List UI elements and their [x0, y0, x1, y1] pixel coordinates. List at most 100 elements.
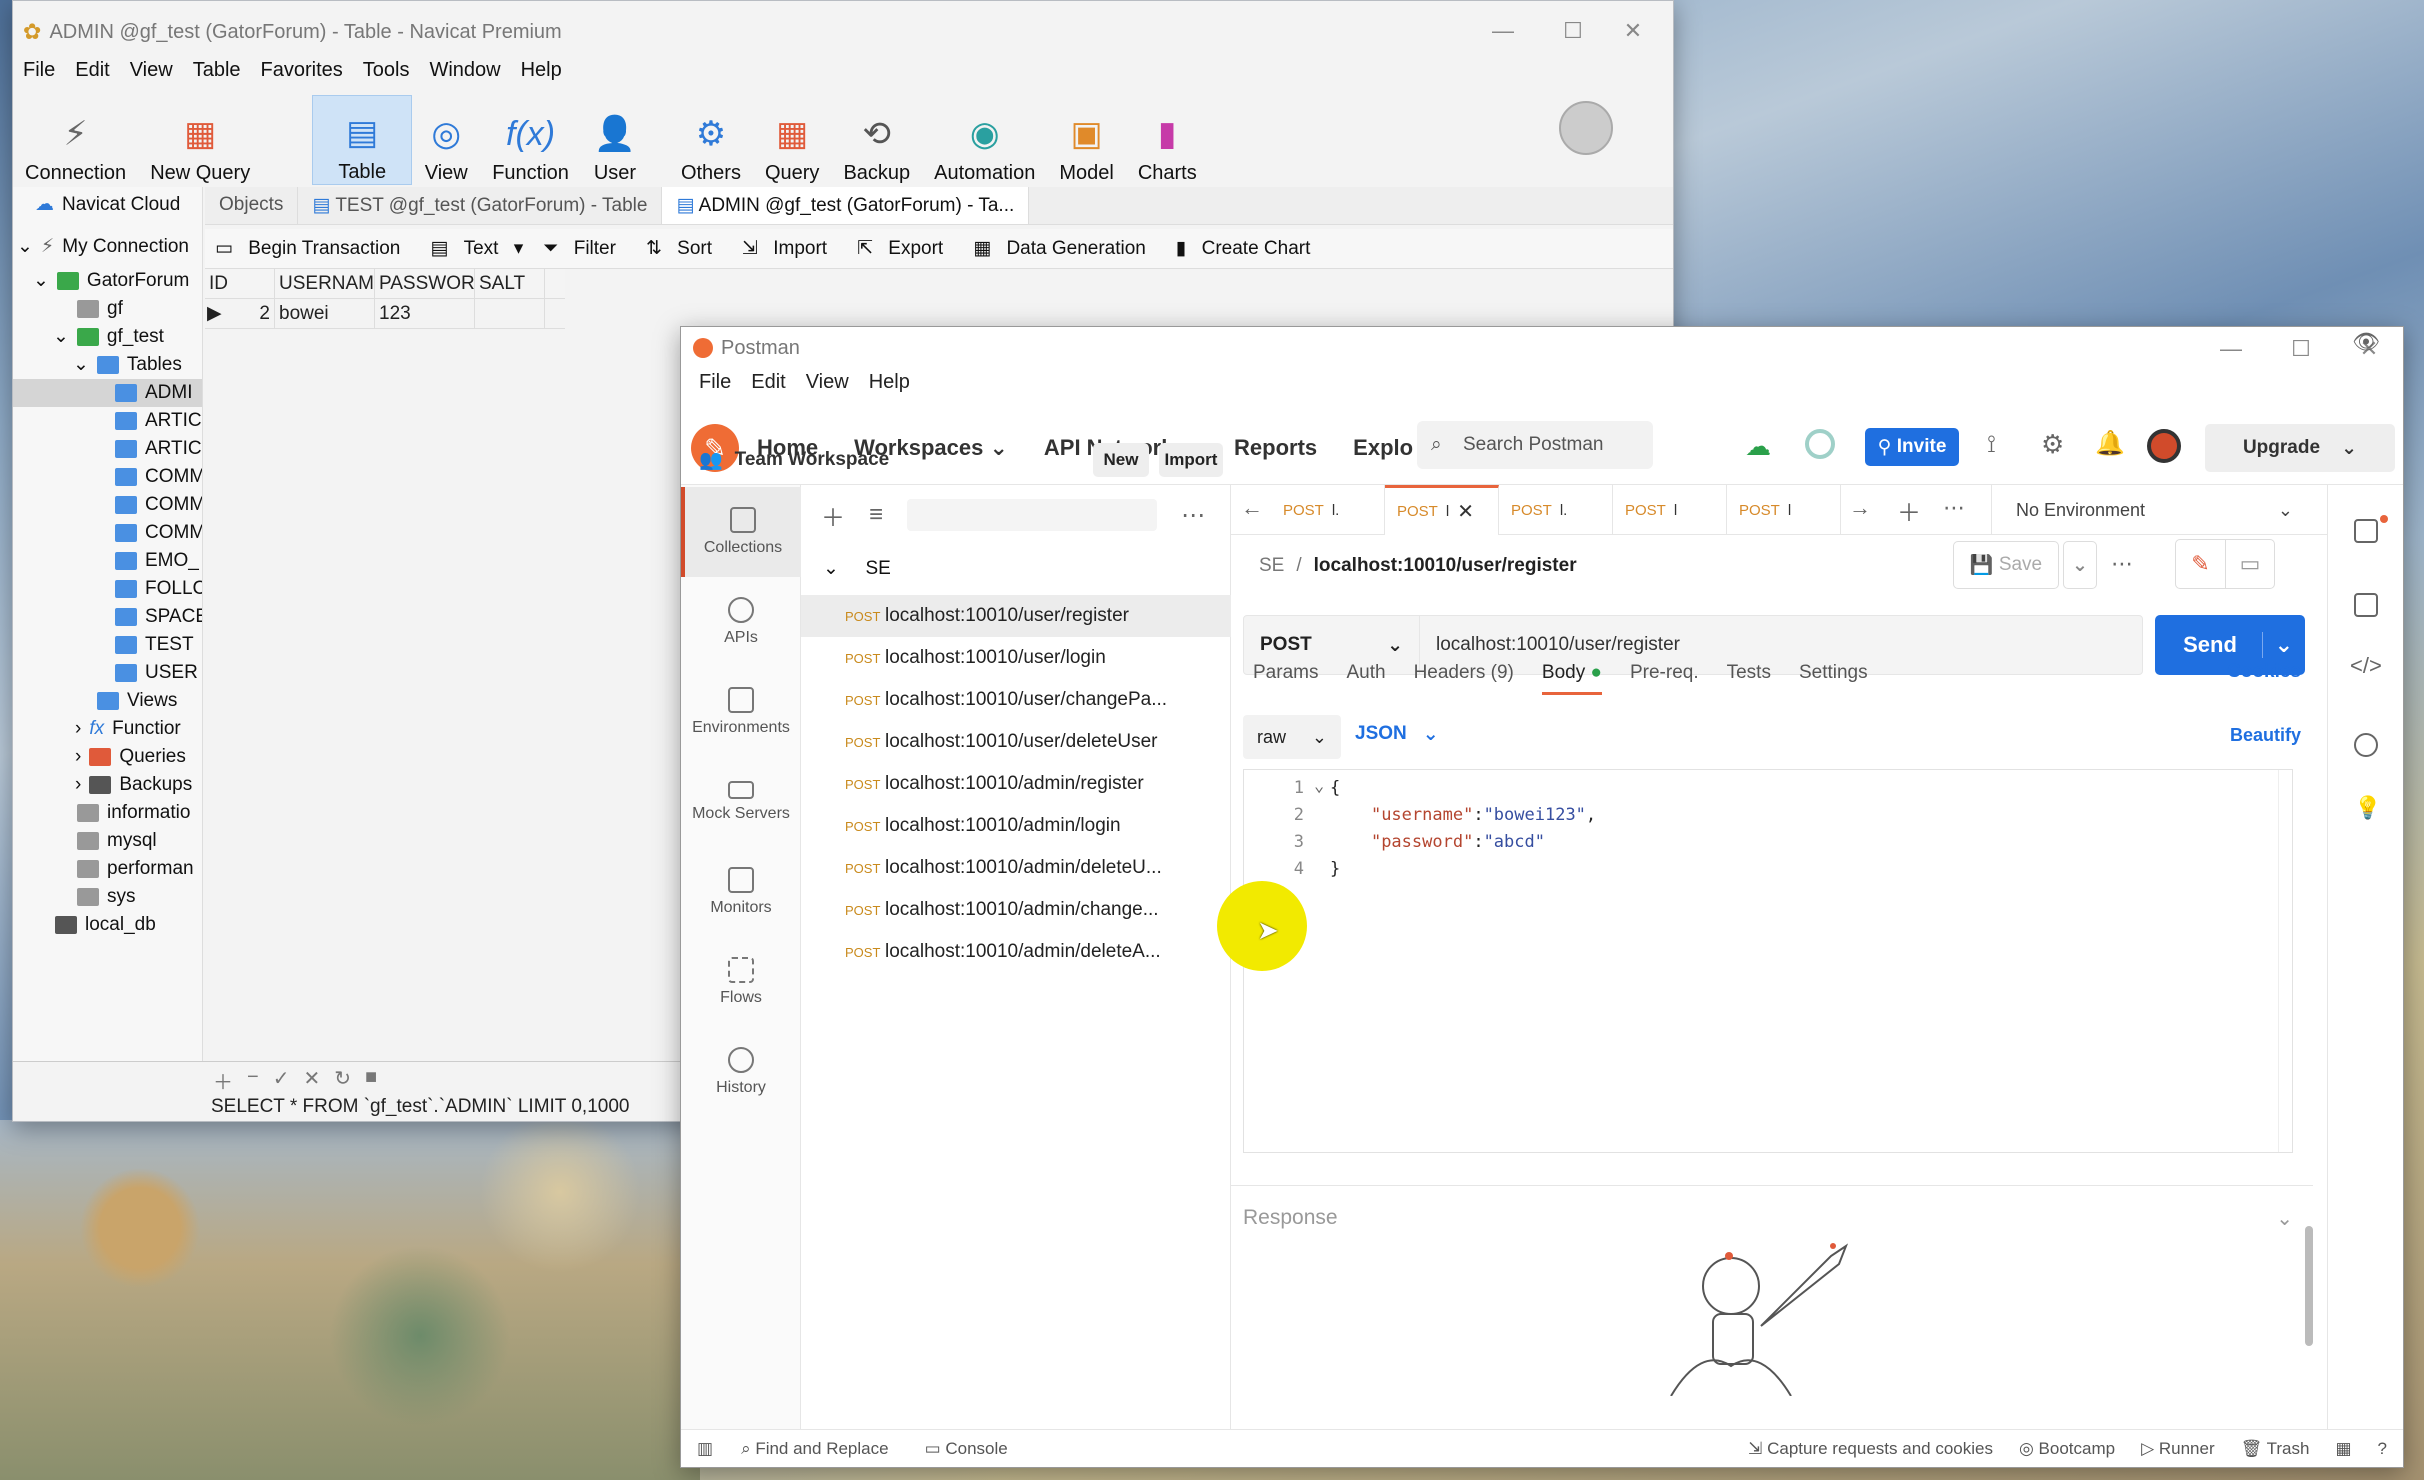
tree-table[interactable]: SPACE	[115, 603, 202, 631]
more-options-icon[interactable]: ⋯	[2111, 551, 2133, 577]
tab-headers[interactable]: Headers (9)	[1414, 662, 1514, 684]
minimize-button[interactable]: —	[1473, 11, 1533, 51]
workspace-name[interactable]: Team Workspace	[735, 449, 890, 471]
settings-gear-icon[interactable]: ⚙	[2041, 429, 2064, 460]
request-item[interactable]: POST localhost:10010/admin/deleteA...	[845, 931, 1225, 973]
sort-button[interactable]: ⇅ Sort	[636, 237, 732, 260]
cancel-icon[interactable]: ✕	[303, 1066, 320, 1095]
menu-view[interactable]: View	[120, 59, 183, 91]
sidebar-collections[interactable]: Collections	[681, 487, 801, 577]
satellite-icon[interactable]: ⟟	[1987, 431, 1996, 459]
save-button[interactable]: 💾 Save	[1953, 541, 2059, 589]
tree-backups[interactable]: › Backups	[75, 771, 192, 799]
tree-db-gf-test[interactable]: ⌄ gf_test	[53, 323, 164, 351]
request-item[interactable]: POST localhost:10010/user/login	[845, 637, 1225, 679]
begin-transaction-button[interactable]: ▭ Begin Transaction	[205, 237, 420, 260]
request-item[interactable]: POST localhost:10010/admin/login	[845, 805, 1225, 847]
code-icon[interactable]: </>	[2350, 653, 2382, 679]
cell[interactable]: ▶ 2	[205, 299, 275, 328]
menu-tools[interactable]: Tools	[353, 59, 420, 91]
sidebar-environments[interactable]: Environments	[681, 667, 801, 757]
tree-tables[interactable]: ⌄ Tables	[73, 351, 182, 379]
tree-table[interactable]: TEST	[115, 631, 194, 659]
data-generation-button[interactable]: ▦ Data Generation	[963, 237, 1166, 260]
menu-file[interactable]: File	[13, 59, 65, 91]
request-item[interactable]: POST localhost:10010/user/register	[801, 595, 1231, 637]
collapse-chevron-icon[interactable]: ⌄	[2276, 1206, 2293, 1231]
request-item[interactable]: POST localhost:10010/admin/register	[845, 763, 1225, 805]
body-type-select[interactable]: JSON ⌄	[1355, 723, 1439, 746]
runner-button[interactable]: ▷ Runner	[2141, 1439, 2215, 1459]
capture-button[interactable]: ⇲ Capture requests and cookies	[1748, 1439, 1993, 1459]
layout-icon[interactable]: ▦	[2335, 1439, 2351, 1459]
text-button[interactable]: ▤ Text ▾	[420, 237, 533, 260]
comments-icon[interactable]	[2354, 593, 2378, 617]
more-icon[interactable]: ⋯	[1181, 501, 1205, 530]
close-tab-icon[interactable]: ✕	[1457, 499, 1474, 524]
collection-se[interactable]: ⌄ SE	[823, 555, 891, 583]
environment-select[interactable]: No Environment ⌄	[1991, 485, 2313, 535]
bootcamp-button[interactable]: ◎ Bootcamp	[2019, 1439, 2115, 1459]
tree-table[interactable]: COMM	[115, 463, 202, 491]
tab-params[interactable]: Params	[1253, 662, 1318, 684]
tree-db-gf[interactable]: gf	[77, 295, 123, 323]
tree-table[interactable]: COMM	[115, 519, 202, 547]
toolbar-connection[interactable]: ⚡ Connection	[13, 95, 138, 185]
tab-body[interactable]: Body ●	[1541, 662, 1602, 695]
tab-auth[interactable]: Auth	[1346, 662, 1385, 684]
new-tab-icon[interactable]: ＋	[1897, 493, 1921, 528]
request-item[interactable]: POST localhost:10010/user/deleteUser	[845, 721, 1225, 763]
filter-button[interactable]: ⏷ Filter	[533, 238, 636, 260]
documentation-icon[interactable]	[2354, 519, 2378, 543]
cell[interactable]	[475, 299, 545, 328]
request-tab-active[interactable]: POST l ✕	[1385, 485, 1499, 535]
back-arrow-icon[interactable]: ←	[1241, 495, 1263, 521]
create-chart-button[interactable]: ▮ Create Chart	[1166, 237, 1331, 260]
tree-local-db[interactable]: local_db	[55, 911, 156, 939]
tab-pre-request[interactable]: Pre-req.	[1630, 662, 1699, 684]
save-dropdown-button[interactable]: ⌄	[2063, 541, 2097, 589]
cookies-link[interactable]: Cookies	[2227, 661, 2301, 683]
tree-db[interactable]: mysql	[77, 827, 157, 855]
tab-tests[interactable]: Tests	[1727, 662, 1771, 684]
tree-my-connection[interactable]: ⌄ ⚡ My Connection	[17, 233, 189, 261]
find-replace-button[interactable]: ⌕ Find and Replace	[741, 1439, 889, 1459]
toolbar-table[interactable]: ▤ Table	[312, 95, 413, 185]
sidebar-apis[interactable]: APIs	[681, 577, 801, 667]
body-code-editor[interactable]: 1 2 3 4 ⌄ { "username":"bowei123", "pass…	[1243, 769, 2293, 1153]
minimize-button[interactable]: —	[2201, 329, 2261, 369]
toolbar-model[interactable]: ▣ Model	[1047, 95, 1125, 185]
more-tabs-icon[interactable]: ⋯	[1943, 495, 1965, 521]
tree-table[interactable]: ARTIC	[115, 407, 202, 435]
beautify-link[interactable]: Beautify	[2230, 725, 2301, 746]
tree-table-admin[interactable]: ADMI	[13, 379, 202, 407]
apply-icon[interactable]: ✓	[273, 1066, 290, 1095]
sidebar-toggle-icon[interactable]: ▥	[697, 1439, 713, 1459]
column-header[interactable]: USERNAMI	[275, 269, 375, 298]
column-header[interactable]: PASSWORI	[375, 269, 475, 298]
menu-view[interactable]: View	[796, 371, 859, 405]
delete-record-icon[interactable]: −	[247, 1066, 259, 1095]
column-header[interactable]: ID	[205, 269, 275, 298]
body-mode-select[interactable]: raw ⌄	[1243, 715, 1341, 759]
import-button[interactable]: Import	[1159, 443, 1223, 477]
tree-db[interactable]: informatio	[77, 799, 190, 827]
fold-chevron-icon[interactable]: ⌄	[1314, 776, 1324, 796]
sidebar-monitors[interactable]: Monitors	[681, 847, 801, 937]
tree-queries[interactable]: › Queries	[75, 743, 186, 771]
request-item[interactable]: POST localhost:10010/admin/change...	[845, 889, 1225, 931]
request-tab[interactable]: POST l.	[1271, 485, 1385, 535]
refresh-icon[interactable]: ↻	[334, 1066, 351, 1095]
tree-gatorforum[interactable]: ⌄ GatorForum	[33, 267, 189, 295]
tab-settings[interactable]: Settings	[1799, 662, 1868, 684]
tab-admin-table[interactable]: ▤ ADMIN @gf_test (GatorForum) - Ta...	[662, 187, 1030, 224]
menu-edit[interactable]: Edit	[65, 59, 119, 91]
cell[interactable]: 123	[375, 299, 475, 328]
maximize-button[interactable]: ☐	[1543, 11, 1603, 51]
sync-status-icon[interactable]	[1805, 429, 1835, 459]
console-button[interactable]: ▭ Console	[925, 1439, 1008, 1459]
tree-db[interactable]: performan	[77, 855, 194, 883]
filter-icon[interactable]: ≡	[869, 501, 883, 529]
response-scrollbar[interactable]	[2305, 1226, 2313, 1346]
tree-table[interactable]: COMM	[115, 491, 202, 519]
